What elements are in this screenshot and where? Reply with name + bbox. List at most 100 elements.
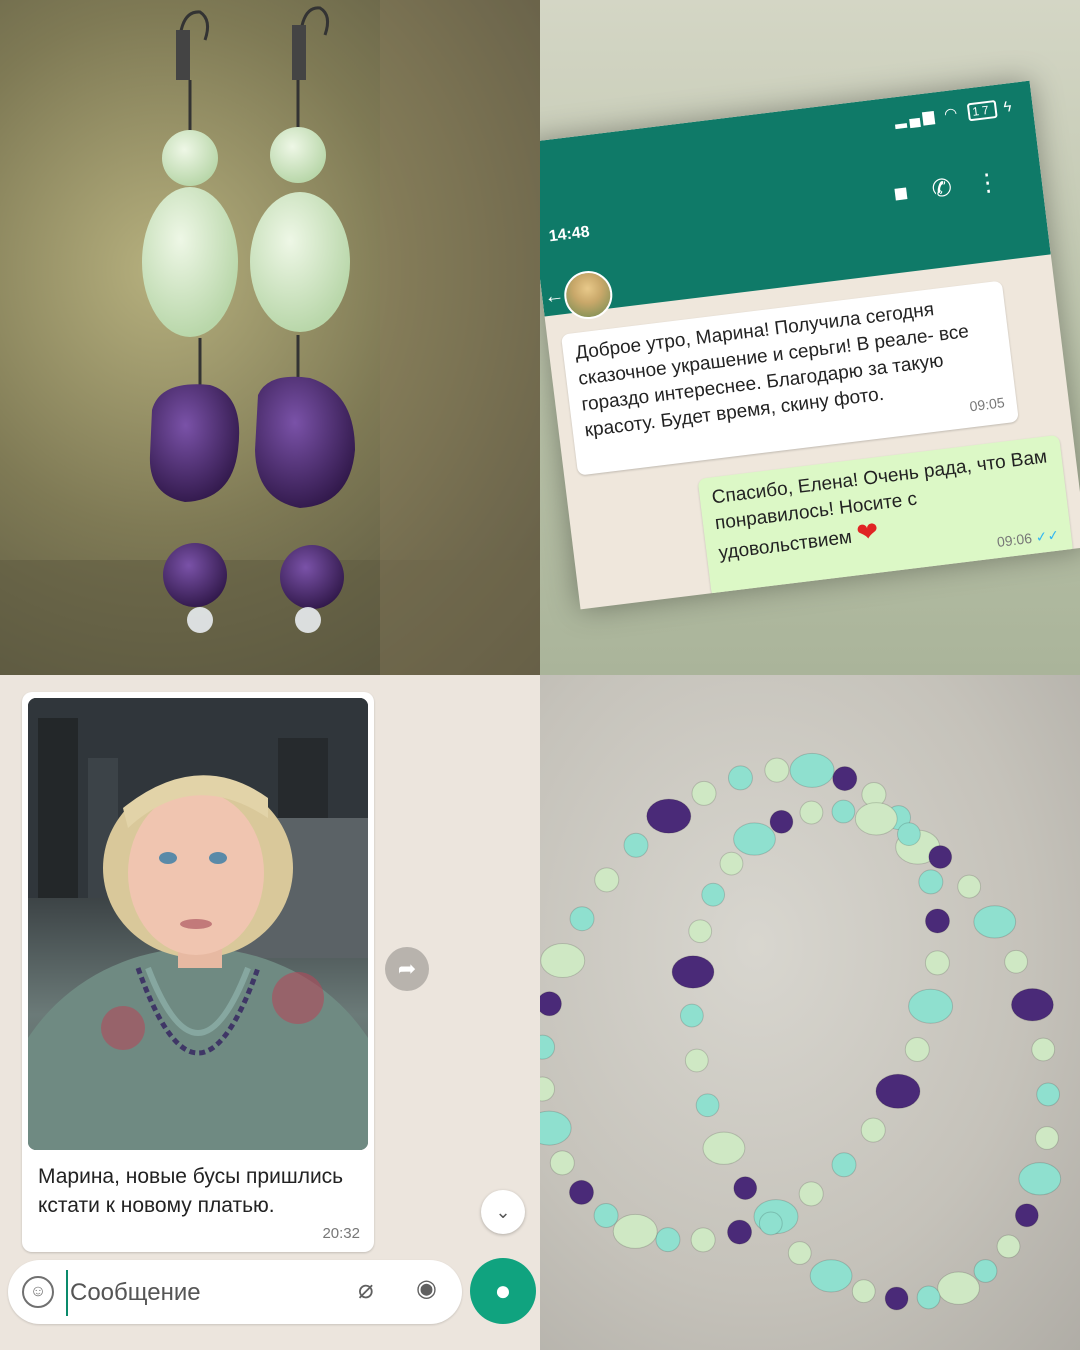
- necklace-bead: [701, 882, 726, 907]
- heart-emoji: ❤: [854, 515, 881, 548]
- necklace-bead: [690, 1227, 716, 1253]
- necklace-bead: [787, 1241, 812, 1265]
- earrings-illustration: [0, 0, 540, 675]
- status-time: 14:48: [547, 223, 591, 246]
- necklace-bead: [688, 919, 713, 944]
- necklace-bead: [695, 1093, 720, 1118]
- necklace-bead: [809, 1259, 853, 1293]
- necklace-bead: [1004, 949, 1028, 974]
- outgoing-message-time: 09:06: [996, 529, 1033, 551]
- necklace-bead: [1035, 1126, 1059, 1150]
- chat-screenshot-bottom: Марина, новые бусы пришлись кстати к нов…: [0, 675, 540, 1350]
- menu-icon[interactable]: ⋮: [974, 165, 1025, 198]
- necklace-bead: [996, 1234, 1021, 1259]
- necklace-bead: [684, 1048, 709, 1073]
- emoji-icon[interactable]: ☺: [22, 1276, 54, 1308]
- necklace-bead: [973, 1259, 998, 1283]
- necklace-bead: [854, 802, 898, 836]
- phone-screen: ▂▄▆ ◠ 17 ϟ 14:48 ■✆⋮ ← Доброе утро, Мари…: [540, 80, 1080, 610]
- necklace-bead: [928, 845, 953, 869]
- photo-message[interactable]: Марина, новые бусы пришлись кстати к нов…: [22, 692, 374, 1252]
- wifi-icon: ◠: [943, 104, 962, 124]
- necklace-bead: [764, 757, 790, 783]
- charging-icon: ϟ: [1002, 97, 1016, 116]
- selfie-photo[interactable]: [28, 698, 368, 1150]
- necklace-bead: [612, 1213, 658, 1249]
- necklace-bead: [957, 874, 982, 899]
- necklace-bead: [973, 905, 1017, 939]
- necklace-bead: [918, 869, 944, 895]
- necklace-illustration: [540, 752, 1062, 1311]
- signal-icon: ▂▄▆: [893, 107, 939, 130]
- attach-icon[interactable]: ⌀: [358, 1274, 374, 1305]
- necklace-bead: [789, 752, 835, 788]
- battery-icon: 17: [966, 99, 998, 122]
- chat-screenshot-top: ▂▄▆ ◠ 17 ϟ 14:48 ■✆⋮ ← Доброе утро, Мари…: [540, 0, 1080, 675]
- contact-avatar[interactable]: [561, 268, 616, 322]
- necklace-bead: [646, 798, 692, 834]
- mic-icon[interactable]: ●: [470, 1258, 536, 1324]
- necklace-bead: [568, 1179, 594, 1205]
- necklace-bead: [1036, 1082, 1061, 1107]
- necklace-bead: [671, 955, 715, 989]
- necklace-bead: [1018, 1162, 1062, 1196]
- necklace-bead: [540, 1110, 572, 1146]
- outgoing-message[interactable]: Спасибо, Елена! Очень рада, что Вам понр…: [697, 434, 1074, 599]
- necklace-bead: [1014, 1203, 1039, 1228]
- necklace-bead: [908, 988, 954, 1024]
- right-earring: [250, 6, 355, 633]
- scroll-down-icon[interactable]: ⌄: [481, 1190, 525, 1234]
- earrings-photo: [0, 0, 540, 675]
- necklace-bead: [860, 1117, 886, 1143]
- necklace-bead: [569, 906, 595, 932]
- left-earring: [142, 10, 240, 633]
- necklace-bead: [831, 1152, 857, 1178]
- read-ticks-icon: ✓✓: [1034, 526, 1060, 546]
- necklace-bead: [1011, 988, 1054, 1022]
- necklace-bead: [937, 1271, 980, 1305]
- camera-icon[interactable]: ◉: [416, 1274, 437, 1303]
- necklace-bead: [691, 780, 717, 806]
- necklace-bead: [733, 1176, 758, 1201]
- necklace-bead: [623, 832, 649, 858]
- necklace-bead: [594, 867, 620, 893]
- necklace-bead: [679, 1003, 704, 1028]
- status-bar-icons: ▂▄▆ ◠ 17 ϟ: [894, 97, 1016, 131]
- necklace-bead: [727, 1219, 753, 1245]
- back-arrow-icon[interactable]: ←: [543, 284, 566, 309]
- necklace-bead: [540, 1076, 556, 1102]
- phone-icon[interactable]: ✆: [930, 171, 977, 203]
- necklace-photo: [540, 675, 1080, 1350]
- necklace-bead: [897, 822, 921, 847]
- necklace-bead: [924, 950, 950, 976]
- necklace-bead: [832, 766, 858, 792]
- necklace-bead: [798, 1181, 824, 1207]
- photo-caption: Марина, новые бусы пришлись кстати к нов…: [38, 1165, 344, 1217]
- necklace-bead: [916, 1285, 941, 1310]
- necklace-bead: [719, 851, 744, 876]
- necklace-bead: [875, 1073, 921, 1109]
- necklace-bead: [733, 822, 776, 856]
- message-input[interactable]: [66, 1270, 342, 1316]
- necklace-bead: [799, 800, 824, 825]
- chat-header: ▂▄▆ ◠ 17 ϟ 14:48 ■✆⋮ ←: [540, 80, 1051, 322]
- necklace-bead: [1031, 1037, 1056, 1062]
- necklace-bead: [702, 1131, 746, 1165]
- necklace-bead: [540, 991, 562, 1017]
- necklace-bead: [884, 1286, 909, 1311]
- forward-icon[interactable]: ➦: [385, 947, 429, 991]
- video-call-icon[interactable]: ■: [892, 176, 934, 207]
- necklace-bead: [924, 908, 950, 934]
- necklace-bead: [540, 942, 586, 978]
- necklace-bead: [769, 809, 794, 834]
- necklace-bead: [655, 1227, 681, 1253]
- necklace-bead: [549, 1150, 575, 1176]
- header-actions: ■✆⋮: [892, 164, 1025, 209]
- necklace-bead: [851, 1279, 876, 1304]
- necklace-bead: [540, 1034, 556, 1060]
- necklace-bead: [727, 765, 753, 791]
- photo-message-time: 20:32: [322, 1225, 360, 1242]
- necklace-bead: [904, 1037, 930, 1063]
- selfie-illustration: [28, 698, 368, 1150]
- necklace-bead: [593, 1202, 619, 1228]
